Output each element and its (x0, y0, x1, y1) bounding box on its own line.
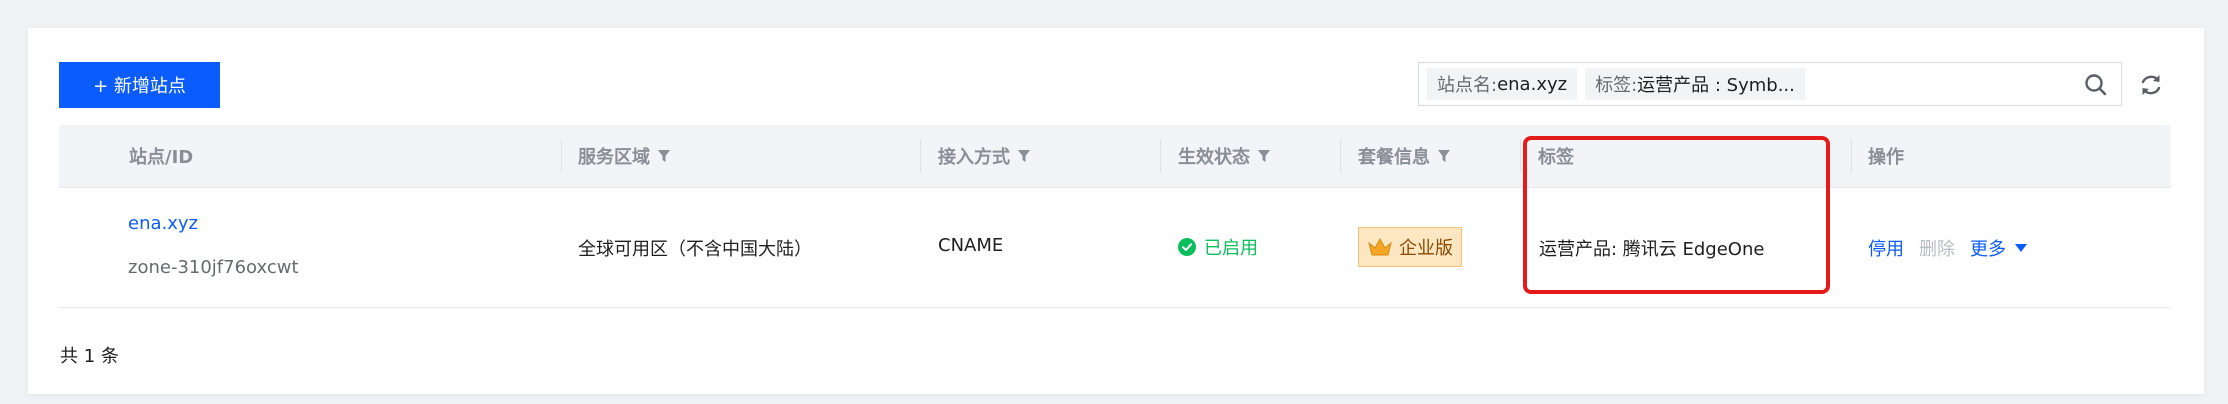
filter-chip-site-name[interactable]: 站点名: ena.xyz (1427, 68, 1578, 100)
table-row: ena.xyz zone-310jf76oxcwt 全球可用区（不含中国大陆） … (59, 187, 2171, 308)
access-mode: CNAME (938, 235, 1004, 256)
column-label: 接入方式 (938, 147, 1010, 168)
column-divider (561, 139, 562, 173)
highlight-annotation (1523, 136, 1830, 294)
column-divider (1160, 139, 1161, 173)
column-label: 生效状态 (1178, 147, 1250, 168)
plan-label: 企业版 (1399, 238, 1453, 259)
refresh-icon[interactable] (2137, 71, 2165, 99)
column-label: 服务区域 (578, 147, 650, 168)
column-header-access-mode[interactable]: 接入方式 (938, 125, 1031, 187)
filter-key: 站点名: (1437, 75, 1498, 96)
column-label: 站点/ID (129, 147, 194, 168)
column-header-plan[interactable]: 套餐信息 (1358, 125, 1451, 187)
more-dropdown[interactable]: 更多 (1970, 235, 2028, 261)
column-header-service-area[interactable]: 服务区域 (578, 125, 671, 187)
service-area: 全球可用区（不含中国大陆） (578, 239, 812, 260)
column-header-status[interactable]: 生效状态 (1178, 125, 1271, 187)
filter-key: 标签: (1595, 75, 1638, 96)
plan-badge: 企业版 (1358, 227, 1462, 267)
status-badge: 已启用 (1178, 234, 1258, 260)
crown-icon (1368, 237, 1392, 256)
filter-value: 运营产品 : Symb... (1637, 75, 1795, 96)
status-label: 已启用 (1204, 238, 1258, 259)
search-icon[interactable] (2083, 72, 2109, 98)
disable-button[interactable]: 停用 (1868, 235, 1904, 261)
more-label: 更多 (1970, 239, 2006, 260)
zone-id: zone-310jf76oxcwt (128, 257, 299, 278)
filter-value: ena.xyz (1497, 73, 1568, 95)
search-filter-input[interactable]: 站点名: ena.xyz 标签: 运营产品 : Symb... (1418, 62, 2122, 106)
column-header-site: 站点/ID (129, 125, 193, 187)
delete-button: 删除 (1919, 239, 1955, 260)
column-label: 套餐信息 (1358, 147, 1430, 168)
filter-icon[interactable] (1017, 149, 1031, 163)
column-divider (920, 139, 921, 173)
filter-icon[interactable] (657, 149, 671, 163)
column-divider (1520, 139, 1521, 173)
filter-icon[interactable] (1257, 149, 1271, 163)
filter-chip-tag[interactable]: 标签: 运营产品 : Symb... (1585, 68, 1805, 100)
table-header: 站点/ID 服务区域 接入方式 生效状态 套餐信息 标签 操作 (59, 125, 2171, 188)
column-divider (1340, 139, 1341, 173)
add-site-button[interactable]: + 新增站点 (59, 62, 220, 108)
column-divider (1851, 139, 1852, 173)
caret-down-icon (2015, 244, 2027, 252)
filter-icon[interactable] (1437, 149, 1451, 163)
total-count: 共 1 条 (60, 346, 119, 367)
column-header-actions: 操作 (1868, 125, 1904, 187)
check-circle-icon (1178, 238, 1196, 256)
column-label: 操作 (1868, 147, 1904, 168)
site-name-link[interactable]: ena.xyz (128, 213, 198, 234)
